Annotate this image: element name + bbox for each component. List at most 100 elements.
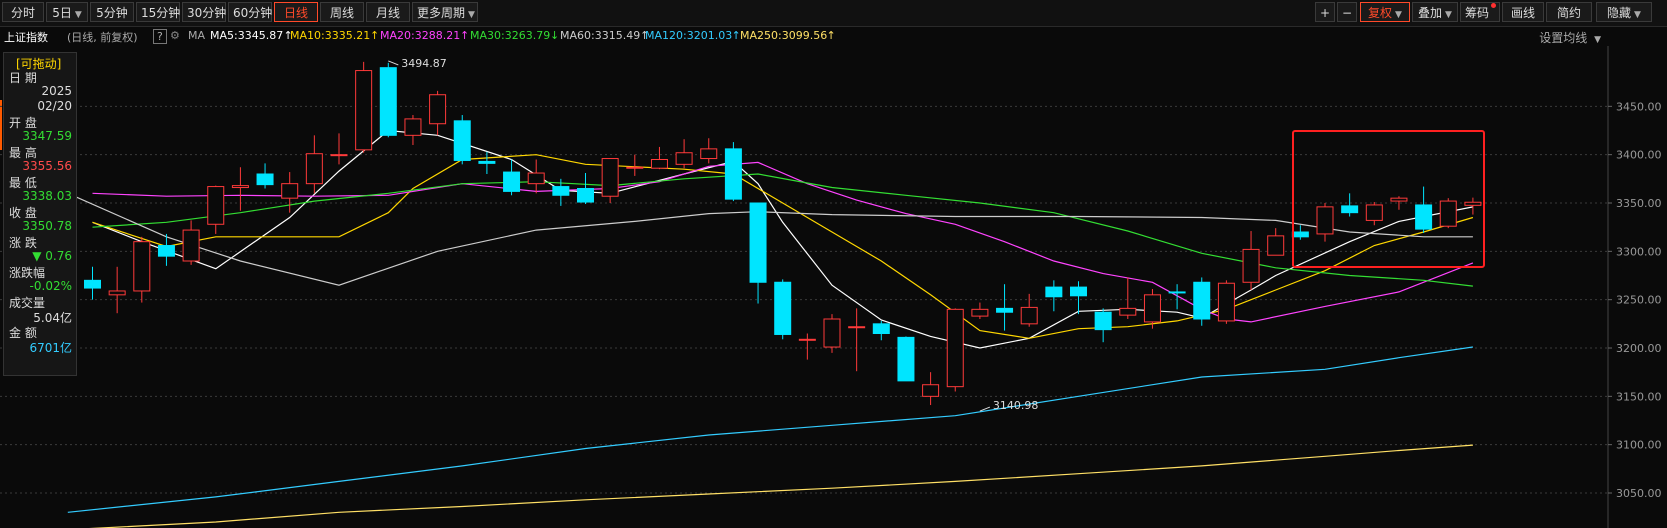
candle xyxy=(577,173,594,204)
candle-body xyxy=(429,94,447,125)
candle-body xyxy=(577,188,594,203)
candle xyxy=(231,167,249,211)
index-name: 上证指数 xyxy=(4,31,48,44)
candle xyxy=(1193,277,1211,326)
candle xyxy=(749,202,767,304)
ma-item-3[interactable]: MA30:3263.79 xyxy=(470,29,550,42)
period-tab-5[interactable]: 60分钟 xyxy=(228,2,272,22)
candle xyxy=(429,90,447,136)
candle-body xyxy=(1070,286,1087,297)
period-tab-4[interactable]: 30分钟 xyxy=(182,2,226,22)
candle-body xyxy=(404,118,422,136)
candle-body xyxy=(626,166,644,169)
ma-item-0[interactable]: MA5:3345.87 xyxy=(210,29,283,42)
ma-legend-bar: 上证指数 (日线, 前复权)? ⚙ MA MA5:3345.87 ↑ MA10:3335.2… xyxy=(0,27,1667,45)
notification-dot-icon xyxy=(1491,3,1497,8)
candle-body xyxy=(157,245,175,257)
gear-icon[interactable]: ⚙ xyxy=(170,29,180,42)
arrow-icon: ↑ xyxy=(826,29,836,42)
candle-body xyxy=(207,186,225,225)
candle-body xyxy=(478,160,496,164)
candle-body xyxy=(231,185,249,189)
period-tab-9[interactable]: 更多周期 ▼ xyxy=(412,2,478,22)
candle xyxy=(823,314,841,353)
y-tick-label: 3050.00 xyxy=(1616,487,1662,500)
candle xyxy=(1267,228,1285,256)
period-tab-3[interactable]: 15分钟 xyxy=(136,2,180,22)
zoom-in-button[interactable]: + xyxy=(1315,2,1335,22)
change-pct-value: -0.02% xyxy=(29,279,72,293)
period-tab-6[interactable]: 日线 xyxy=(274,2,318,22)
help-icon[interactable]: ? xyxy=(153,29,167,44)
candle xyxy=(1439,198,1457,229)
candle xyxy=(971,302,989,319)
candle xyxy=(1316,203,1334,242)
candle-body xyxy=(700,148,718,160)
period-tab-7[interactable]: 周线 xyxy=(320,2,364,22)
period-toolbar: 分时 5日 ▼ 5分钟 15分钟 30分钟 60分钟 日线 周线 月线 更多周期 ▼ + − 复权 ▼ 叠加 ▼ 筹… xyxy=(0,0,1667,27)
candle-body xyxy=(774,281,792,335)
y-tick-label: 3200.00 xyxy=(1616,342,1662,355)
period-tab-1[interactable]: 5日 ▼ xyxy=(46,2,88,22)
ma-settings-label: 设置均线 xyxy=(1539,31,1588,45)
zoom-out-button[interactable]: − xyxy=(1337,2,1357,22)
period-tab-1-label: 5日 xyxy=(52,6,72,20)
y-tick-label: 3250.00 xyxy=(1616,294,1662,307)
volume-value: 5.04亿 xyxy=(33,311,72,325)
candle-body xyxy=(182,229,200,262)
toolbar-right-3[interactable]: 画线 xyxy=(1502,2,1544,22)
ma-item-6[interactable]: MA250:3099.56 xyxy=(740,29,827,42)
period-tab-6-label: 日线 xyxy=(283,6,308,20)
candle-body xyxy=(601,158,619,197)
chart-mode: (日线, 前复权) xyxy=(67,31,138,44)
ma-settings-button[interactable]: 设置均线 ▼ xyxy=(1539,29,1601,46)
low-value: 3338.03 xyxy=(22,189,72,203)
ma-item-4[interactable]: MA60:3315.49 xyxy=(560,29,640,42)
ma-item-5[interactable]: MA120:3201.03 xyxy=(645,29,732,42)
toolbar-right-5[interactable]: 隐藏 ▼ xyxy=(1596,2,1652,22)
date-year: 2025 xyxy=(41,84,72,98)
period-tab-2[interactable]: 5分钟 xyxy=(90,2,134,22)
ma-item-2[interactable]: MA20:3288.21 xyxy=(380,29,460,42)
extreme-price-label: 3140.98 xyxy=(993,399,1039,412)
toolbar-right-1[interactable]: 叠加 ▼ xyxy=(1412,2,1458,22)
date-monthday: 02/20 xyxy=(37,99,72,113)
ma-item-1[interactable]: MA10:3335.21 xyxy=(290,29,370,42)
candle-body xyxy=(527,172,545,185)
candle-body xyxy=(1316,206,1334,235)
candle xyxy=(1119,277,1137,319)
candle xyxy=(1464,197,1482,215)
candle-body xyxy=(724,148,742,200)
toolbar-right-2[interactable]: 筹码 xyxy=(1460,2,1500,22)
candle-body xyxy=(872,323,890,335)
toolbar-right-3-label: 画线 xyxy=(1510,6,1535,20)
candle xyxy=(774,279,792,340)
candle-body xyxy=(330,154,348,157)
candle-body xyxy=(305,153,323,185)
candle xyxy=(1415,186,1433,233)
toolbar-right-0[interactable]: 复权 ▼ xyxy=(1360,2,1410,22)
arrow-icon: ↑ xyxy=(370,29,380,42)
candle-body xyxy=(453,120,471,161)
candle-body xyxy=(1267,235,1285,256)
kline-chart[interactable]: 3050.00 3100.00 3150.00 3200.00 3250.00 3300.… xyxy=(0,46,1667,528)
period-tab-0[interactable]: 分时 xyxy=(2,2,44,22)
info-panel[interactable]: [可拖动] 日 期 2025 02/20 开 盘 3347.59 最 高 335… xyxy=(3,52,77,376)
candle-body xyxy=(922,384,940,397)
candle xyxy=(1168,284,1186,310)
amount-value: 6701亿 xyxy=(29,341,72,355)
toolbar-right-4[interactable]: 简约 xyxy=(1546,2,1592,22)
period-tab-7-label: 周线 xyxy=(329,6,354,20)
candle-body xyxy=(1464,201,1482,206)
candle-body xyxy=(84,279,101,289)
candle-body xyxy=(281,183,299,199)
candle-body xyxy=(1143,294,1161,323)
candle xyxy=(355,61,373,153)
candle xyxy=(798,333,816,360)
candle xyxy=(108,266,126,314)
close-value: 3350.78 xyxy=(22,219,72,233)
candle-body xyxy=(823,318,841,348)
y-tick-label: 3100.00 xyxy=(1616,439,1662,452)
annotation-arrow xyxy=(388,60,399,66)
period-tab-8[interactable]: 月线 xyxy=(366,2,410,22)
